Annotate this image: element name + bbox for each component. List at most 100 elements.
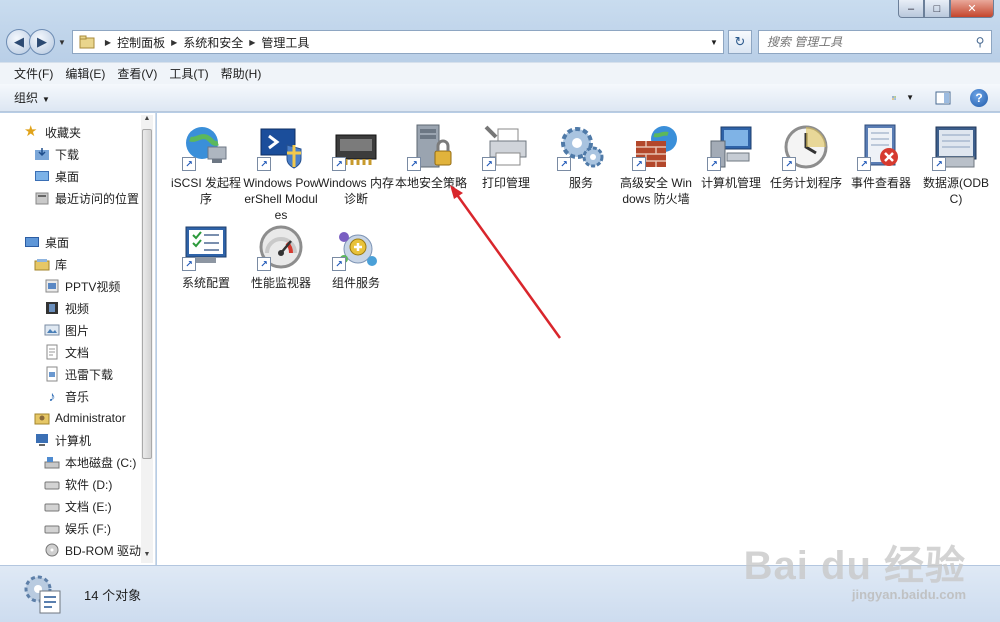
- navigation-pane: ★ 收藏夹 下载 桌面 最近访问的位置 桌面 库 PPTV视频 视频 图片 文档…: [0, 113, 156, 565]
- item-system-configuration[interactable]: ↗ 系统配置: [168, 217, 244, 291]
- tree-label: 文档 (E:): [65, 499, 112, 514]
- chevron-right-icon[interactable]: ▶: [171, 38, 177, 47]
- minimize-button[interactable]: –: [898, 0, 924, 18]
- user-folder-icon: [34, 413, 50, 425]
- tree-label: BD-ROM 驱动: [65, 543, 141, 558]
- recent-places-icon: [35, 192, 49, 205]
- item-event-viewer[interactable]: ↗ 事件查看器: [843, 117, 919, 191]
- tree-label: 桌面: [55, 169, 80, 184]
- breadcrumb-admin-tools[interactable]: 管理工具: [261, 34, 309, 51]
- item-performance-monitor[interactable]: ↗ 性能监视器: [243, 217, 319, 291]
- tree-downloads[interactable]: 下载: [34, 144, 79, 164]
- recent-pages-dropdown[interactable]: ▼: [58, 38, 66, 47]
- item-odbc[interactable]: ↗ 数据源(ODBC): [918, 117, 994, 207]
- shortcut-arrow-icon: ↗: [932, 157, 946, 171]
- tree-bd-rom[interactable]: BD-ROM 驱动: [44, 540, 141, 560]
- shortcut-arrow-icon: ↗: [257, 257, 271, 271]
- tree-music[interactable]: ♪ 音乐: [44, 386, 90, 406]
- item-component-services[interactable]: ↗ 组件服务: [318, 217, 394, 291]
- tree-computer[interactable]: 计算机: [34, 430, 91, 450]
- tree-drive-f[interactable]: 娱乐 (F:): [44, 518, 111, 538]
- item-services[interactable]: ↗ 服务: [543, 117, 619, 191]
- close-button[interactable]: ✕: [950, 0, 994, 18]
- item-task-scheduler[interactable]: ↗ 任务计划程序: [768, 117, 844, 191]
- breadcrumb-system-security[interactable]: 系统和安全: [183, 34, 243, 51]
- item-computer-management[interactable]: ↗ 计算机管理: [693, 117, 769, 191]
- item-label: 任务计划程序: [769, 176, 842, 190]
- item-memory-diagnostic[interactable]: ↗ Windows 内存诊断: [318, 117, 394, 207]
- tree-desktop-fav[interactable]: 桌面: [34, 166, 79, 186]
- item-label: 打印管理: [481, 176, 530, 190]
- tree-pptv[interactable]: PPTV视频: [44, 276, 120, 296]
- scroll-thumb[interactable]: [142, 129, 152, 459]
- library-icon: [34, 259, 50, 271]
- tree-label: 本地磁盘 (C:): [65, 455, 137, 470]
- shortcut-arrow-icon: ↗: [407, 157, 421, 171]
- tree-desktop[interactable]: 桌面: [24, 232, 69, 252]
- command-bar: 组织 ▼ ▼ ?: [0, 84, 1000, 112]
- help-button[interactable]: ?: [968, 88, 990, 108]
- organize-button[interactable]: 组织 ▼: [14, 89, 50, 106]
- refresh-button[interactable]: ↻: [727, 30, 752, 54]
- chevron-down-icon[interactable]: ▼: [705, 38, 723, 47]
- item-iscsi[interactable]: ↗ iSCSI 发起程序: [168, 117, 244, 207]
- item-label: 系统配置: [181, 276, 230, 290]
- tree-pictures[interactable]: 图片: [44, 320, 89, 340]
- desktop-icon: [25, 237, 39, 247]
- item-label: iSCSI 发起程序: [170, 176, 241, 206]
- tree-favorites[interactable]: ★ 收藏夹: [24, 122, 81, 142]
- search-input[interactable]: [766, 35, 969, 49]
- tree-drive-e[interactable]: 文档 (E:): [44, 496, 112, 516]
- tree-label: 收藏夹: [45, 125, 82, 140]
- maximize-button[interactable]: □: [924, 0, 950, 18]
- tree-label: 软件 (D:): [65, 477, 113, 492]
- menu-tools[interactable]: 工具(T): [163, 65, 214, 82]
- tree-library[interactable]: 库: [34, 254, 67, 274]
- chevron-right-icon[interactable]: ▶: [249, 38, 255, 47]
- menu-file[interactable]: 文件(F): [8, 65, 59, 82]
- menu-edit[interactable]: 编辑(E): [59, 65, 111, 82]
- tree-videos[interactable]: 视频: [44, 298, 89, 318]
- watermark-main: Bai du 经验: [743, 544, 966, 588]
- computer-icon: [36, 434, 48, 446]
- film-icon: [46, 302, 58, 314]
- caption-buttons: – □ ✕: [898, 0, 994, 18]
- search-icon[interactable]: ⚲: [969, 35, 991, 49]
- breadcrumb-control-panel[interactable]: 控制面板: [117, 34, 165, 51]
- search-box[interactable]: ⚲: [757, 30, 992, 54]
- forward-button[interactable]: ▶: [29, 29, 55, 55]
- item-firewall[interactable]: ↗ 高级安全 Windows 防火墙: [618, 117, 694, 207]
- scroll-down-icon[interactable]: ▼: [141, 551, 153, 563]
- shortcut-arrow-icon: ↗: [857, 157, 871, 171]
- video-library-icon: [45, 279, 59, 293]
- item-local-security-policy[interactable]: ↗ 本地安全策略: [393, 117, 469, 191]
- menu-view[interactable]: 查看(V): [111, 65, 163, 82]
- item-label: 本地安全策略: [394, 176, 467, 190]
- menu-help[interactable]: 帮助(H): [215, 65, 268, 82]
- view-options-button[interactable]: ▼: [892, 88, 914, 108]
- tree-drive-d[interactable]: 软件 (D:): [44, 474, 112, 494]
- tree-recent-places[interactable]: 最近访问的位置: [34, 188, 139, 208]
- tree-label: 下载: [55, 147, 80, 162]
- tree-label: 最近访问的位置: [55, 191, 140, 206]
- item-powershell-modules[interactable]: ↗ Windows PowerShell Modules: [243, 117, 319, 223]
- object-count: 14 个对象: [84, 587, 142, 603]
- preview-pane-button[interactable]: [932, 88, 954, 108]
- chevron-down-icon[interactable]: ▼: [906, 93, 914, 102]
- chevron-right-icon: ▶: [104, 37, 112, 47]
- organize-label: 组织: [14, 91, 39, 105]
- back-arrow-icon: ◀: [14, 34, 24, 49]
- nav-scrollbar[interactable]: ▲ ▼: [141, 115, 153, 563]
- address-bar[interactable]: ▶ 控制面板 ▶ 系统和安全 ▶ 管理工具 ▼: [71, 30, 724, 54]
- shortcut-arrow-icon: ↗: [182, 157, 196, 171]
- item-label: 事件查看器: [850, 176, 911, 190]
- item-print-management[interactable]: ↗ 打印管理: [468, 117, 544, 191]
- tree-label: 文档: [65, 345, 90, 360]
- tree-user[interactable]: Administrator: [34, 408, 126, 428]
- tree-label: 音乐: [65, 389, 90, 404]
- tree-documents[interactable]: 文档: [44, 342, 89, 362]
- scroll-up-icon[interactable]: ▲: [141, 115, 153, 127]
- hard-drive-icon: [44, 525, 60, 534]
- tree-drive-c[interactable]: 本地磁盘 (C:): [44, 452, 136, 472]
- tree-thunder-downloads[interactable]: 迅雷下载: [44, 364, 113, 384]
